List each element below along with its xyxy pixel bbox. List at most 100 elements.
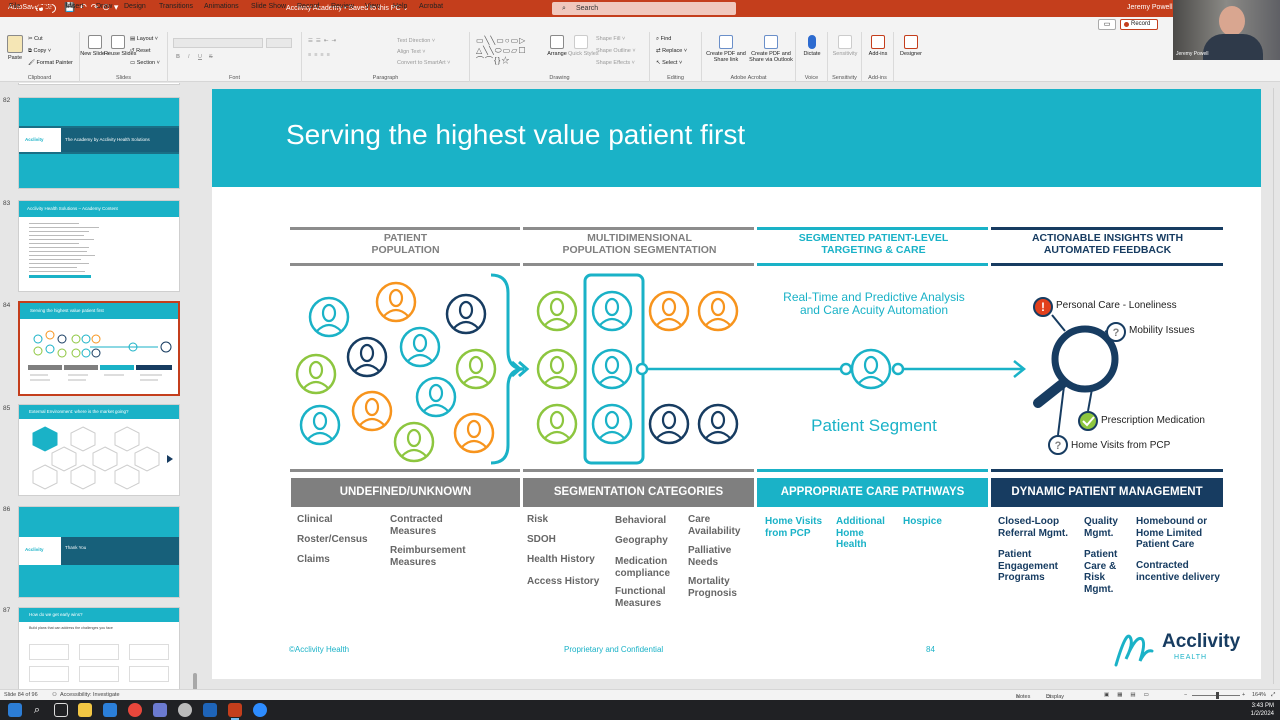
zoom-slider-handle[interactable] — [1216, 692, 1219, 699]
windows-taskbar: ⌕ 3:43 PM 1/2/2024 — [0, 700, 1280, 720]
taskbar-clock[interactable]: 3:43 PM 1/2/2024 — [1238, 702, 1274, 718]
list-item: Palliative Needs — [688, 545, 732, 568]
task-view-icon[interactable] — [54, 703, 68, 717]
accessibility-status[interactable]: Accessibility: Investigate — [60, 692, 120, 698]
addins-button[interactable]: Add-ins — [863, 35, 893, 57]
powerpoint-icon[interactable] — [228, 703, 242, 720]
tab-help[interactable]: Help — [393, 3, 407, 10]
shapes-gallery[interactable]: ▭╲╲▭○▭▷ △╲╲⬭▭▱☐ ⌒⌒{}☆ — [476, 36, 542, 66]
list-item: Additional Home Health — [836, 516, 885, 550]
windows-start-icon[interactable] — [8, 703, 22, 717]
arrange-button[interactable]: Arrange — [544, 35, 570, 57]
designer-button[interactable]: Designer — [896, 35, 926, 57]
create-pdf-share-button[interactable]: Create PDF and Share link — [704, 35, 748, 63]
tab-file[interactable]: File — [9, 3, 20, 10]
select-button[interactable]: ↖ Select ˅ — [656, 60, 682, 66]
format-painter-button[interactable]: 🖌 Format Painter — [28, 60, 73, 66]
search-icon[interactable]: ⌕ — [30, 703, 44, 717]
tab-record[interactable]: Record — [297, 3, 320, 10]
tab-slide-show[interactable]: Slide Show — [251, 3, 286, 10]
tab-view[interactable]: View — [365, 3, 380, 10]
comment-icon: ▭ — [1103, 21, 1111, 28]
clipboard-group-label: Clipboard — [27, 75, 52, 81]
strikethrough-button[interactable]: S — [209, 54, 213, 60]
list-item: Contracted Measures — [390, 514, 443, 537]
shape-effects-button[interactable]: Shape Effects ˅ — [596, 60, 635, 66]
create-pdf-share-label: Create PDF and Share link — [706, 51, 746, 63]
quick-styles-button[interactable]: Quick Styles — [568, 35, 599, 57]
thumbnail-83[interactable]: Acclivity Health Solutions – Academy Con… — [18, 200, 180, 292]
slide-scrollbar[interactable] — [1273, 88, 1279, 684]
text-direction-button[interactable]: Text Direction ˅ — [397, 38, 435, 44]
zoom-in-button[interactable]: + — [1242, 692, 1245, 698]
tab-transitions[interactable]: Transitions — [159, 3, 193, 10]
cut-button[interactable]: ✂ Cut — [28, 36, 43, 42]
zoom-level[interactable]: 164% — [1252, 692, 1266, 698]
thumbnail-82[interactable]: Acclivity The Academy by Acclivity Healt… — [18, 97, 180, 189]
thumbnail-card — [79, 666, 119, 682]
paste-button[interactable]: Paste — [2, 35, 28, 61]
slide-canvas[interactable]: Serving the highest value patient first … — [212, 89, 1261, 679]
thumbnail-scrollbar[interactable] — [193, 673, 197, 689]
reset-button[interactable]: ↺ Reset — [130, 48, 151, 54]
thumbnail-text-line — [29, 255, 95, 256]
section-button[interactable]: ▭ Section ˅ — [130, 60, 160, 66]
layout-button[interactable]: ▤ Layout ˅ — [130, 36, 158, 42]
sensitivity-button[interactable]: Sensitivity — [830, 35, 860, 57]
file-explorer-icon[interactable] — [78, 703, 92, 717]
zoom-out-button[interactable]: − — [1184, 692, 1187, 698]
align-text-button[interactable]: Align Text ˅ — [397, 49, 426, 55]
font-size-box[interactable] — [266, 38, 292, 48]
category-top-bar — [757, 469, 988, 472]
clock-time: 3:43 PM — [1251, 703, 1274, 709]
outlook-icon[interactable] — [203, 703, 217, 717]
category-patient-management: DYNAMIC PATIENT MANAGEMENT — [991, 478, 1223, 507]
tab-draw[interactable]: Draw — [96, 3, 112, 10]
thumbnail-87[interactable]: How do we get early wins? Build plans th… — [18, 607, 180, 689]
clipboard-group: Paste ✂ Cut ⧉ Copy ˅ 🖌 Format Painter Cl… — [0, 32, 80, 82]
list-buttons[interactable]: ☰☰⇤⇥ — [308, 38, 339, 44]
tab-insert[interactable]: Insert — [66, 3, 84, 10]
tab-acrobat[interactable]: Acrobat — [419, 3, 443, 10]
underline-button[interactable]: U — [198, 54, 202, 60]
align-buttons[interactable]: ≡≡≡≡ — [308, 52, 333, 58]
comments-button[interactable]: ▭ — [1098, 19, 1116, 30]
replace-button[interactable]: ⇄ Replace ˅ — [656, 48, 687, 54]
thumbnail-text-line — [29, 243, 79, 244]
shape-outline-button[interactable]: Shape Outline ˅ — [596, 48, 636, 54]
list-item: Geography — [615, 535, 668, 546]
find-button[interactable]: ⌕ Find — [656, 36, 671, 43]
copy-button[interactable]: ⧉ Copy ˅ — [28, 48, 51, 55]
view-buttons[interactable]: ▣▦▤▭ — [1104, 692, 1157, 698]
tab-home[interactable]: Home — [33, 3, 53, 13]
zoom-app-icon[interactable] — [253, 703, 267, 717]
thumbnail-84-selected[interactable]: Serving the highest value patient first — [18, 301, 180, 396]
app-icon[interactable] — [153, 703, 167, 717]
record-button[interactable]: Record — [1120, 19, 1158, 30]
chrome-icon[interactable] — [128, 703, 142, 717]
convert-smartart-button[interactable]: Convert to SmartArt ˅ — [397, 60, 450, 66]
bold-button[interactable]: B — [176, 54, 180, 60]
italic-button[interactable]: I — [188, 54, 190, 60]
tab-design[interactable]: Design — [124, 3, 146, 10]
user-name[interactable]: Jeremy Powell — [1127, 4, 1173, 11]
mail-icon[interactable] — [103, 703, 117, 717]
thumbnail-86[interactable]: Acclivity Thank You — [18, 506, 180, 598]
thumbnail-85[interactable]: External Environment: where is the marke… — [18, 404, 180, 496]
tab-review[interactable]: Review — [331, 3, 354, 10]
font-name-box[interactable] — [173, 38, 263, 48]
sensitivity-icon — [838, 35, 852, 49]
thumbnail-text-line — [29, 267, 77, 268]
tab-animations[interactable]: Animations — [204, 3, 239, 10]
clock-date: 1/2/2024 — [1250, 711, 1274, 717]
fit-slide-icon[interactable]: ⤢ — [1271, 692, 1275, 699]
search-box[interactable]: ⌕ Search — [552, 2, 736, 15]
person-icon — [697, 403, 739, 445]
app-icon[interactable] — [178, 703, 192, 717]
acclivity-logo: Acclivity HEALTH — [1112, 629, 1242, 669]
shape-fill-button[interactable]: Shape Fill ˅ — [596, 36, 625, 42]
create-pdf-outlook-button[interactable]: Create PDF and Share via Outlook — [748, 35, 794, 63]
reuse-slides-button[interactable]: Reuse Slides — [104, 35, 136, 57]
thumbnail-81-partial[interactable] — [18, 83, 180, 85]
dictate-button[interactable]: Dictate — [797, 35, 827, 57]
